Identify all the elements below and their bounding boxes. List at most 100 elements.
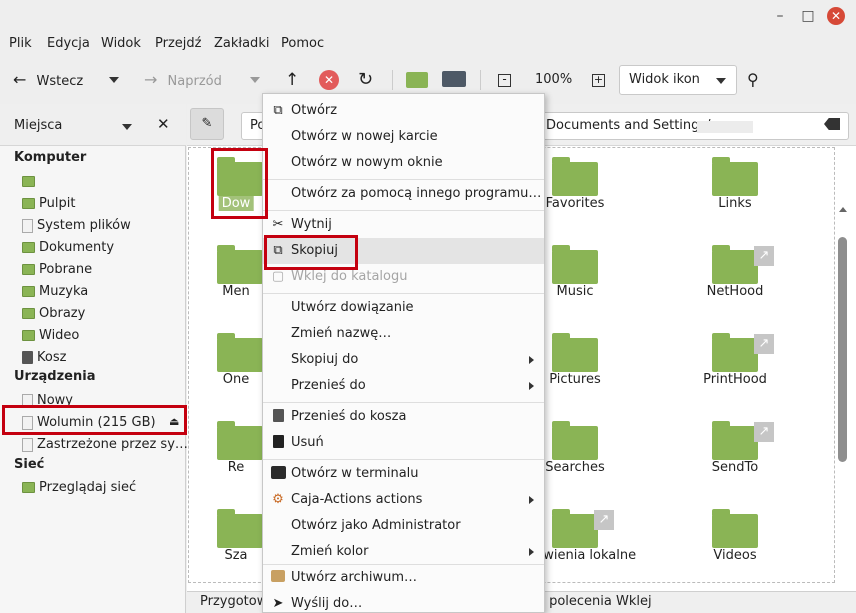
sidebar-header: Miejsca ✕ [0, 104, 186, 146]
menu-item-archive[interactable]: Utwórz archiwum… [263, 565, 544, 591]
folder-icon [22, 286, 35, 297]
menu-item-copy-to[interactable]: Skopiuj do [263, 347, 544, 373]
up-button[interactable]: ↑ [285, 68, 299, 92]
back-history-dropdown[interactable] [109, 68, 119, 92]
reload-icon: ↻ [358, 69, 374, 90]
scrollbar[interactable] [837, 147, 849, 583]
link-arrow-icon: ↗ [754, 246, 774, 266]
menu-item-label: Caja-Actions actions [291, 492, 423, 507]
edit-location-button[interactable]: ✎ [190, 108, 224, 140]
menu-view[interactable]: Widok [101, 36, 141, 51]
stop-icon: ✕ [319, 70, 339, 90]
chevron-down-icon [716, 78, 726, 84]
menu-bookmarks[interactable]: Zakładki [214, 36, 269, 51]
stop-button[interactable]: ✕ [319, 68, 339, 92]
menu-go[interactable]: Przejdź [155, 36, 201, 51]
sidebar-item-documents[interactable]: Dokumenty [22, 238, 114, 258]
menu-item-open[interactable]: ⧉ Otwórz [263, 98, 544, 124]
folder-icon[interactable] [712, 245, 758, 284]
file-label: One [222, 372, 250, 387]
sidebar-item-browse-network[interactable]: Przeglądaj sieć [22, 478, 136, 498]
menu-item-label: Utwórz archiwum… [291, 570, 418, 585]
menu-item-open-admin[interactable]: Otwórz jako Administrator [263, 513, 544, 539]
arrow-up-icon: ↑ [285, 70, 300, 90]
folder-icon[interactable] [712, 157, 758, 196]
folder-icon[interactable] [552, 509, 598, 548]
sidebar-item-label: Obrazy [39, 306, 86, 321]
sidebar-title[interactable]: Miejsca [14, 118, 62, 133]
sidebar-item-reserved[interactable]: Zastrzeżone przez sy… [22, 435, 188, 455]
search-icon: ⚲ [747, 70, 759, 89]
folder-icon[interactable] [712, 509, 758, 548]
forward-label: Naprzód [167, 74, 222, 89]
folder-icon[interactable] [217, 333, 263, 372]
search-button[interactable]: ⚲ [747, 68, 759, 92]
arrow-right-icon: → [144, 70, 158, 89]
zoom-level[interactable]: 100% [535, 68, 572, 92]
menu-item-label: Otwórz za pomocą innego programu… [291, 186, 542, 201]
menu-separator [263, 402, 544, 403]
reload-button[interactable]: ↻ [358, 68, 373, 92]
menu-item-trash[interactable]: Przenieś do kosza [263, 404, 544, 430]
close-window-button[interactable]: ✕ [827, 7, 845, 25]
sidebar-item-label: Zastrzeżone przez sy… [37, 437, 188, 452]
folder-icon[interactable] [217, 421, 263, 460]
clear-icon[interactable] [824, 118, 840, 130]
home-folder-icon [22, 176, 35, 187]
menu-help[interactable]: Pomoc [281, 36, 324, 51]
maximize-button[interactable]: □ [798, 6, 818, 26]
sidebar: Miejsca ✕ Komputer Pulpit System plików … [0, 104, 188, 613]
menu-item-open-window[interactable]: Otwórz w nowym oknie [263, 150, 544, 176]
folder-icon[interactable] [217, 509, 263, 548]
menu-item-delete[interactable]: Usuń [263, 430, 544, 456]
menu-item-terminal[interactable]: Otwórz w terminalu [263, 461, 544, 487]
link-arrow-icon: ↗ [754, 422, 774, 442]
menu-item-send-to[interactable]: ➤ Wyślij do… [263, 591, 544, 613]
zoom-in-button[interactable]: + [592, 68, 605, 92]
status-text-right: a polecenia Wklej [537, 594, 652, 609]
sidebar-item-home[interactable] [22, 172, 39, 192]
menu-item-label: Wyślij do… [291, 596, 363, 611]
minimize-button[interactable]: – [770, 6, 790, 26]
trash-icon [22, 351, 33, 364]
folder-icon[interactable] [552, 421, 598, 460]
submenu-arrow-icon [529, 356, 534, 364]
dropdown-arrow-icon [109, 77, 119, 83]
scrollbar-thumb[interactable] [838, 237, 847, 462]
close-icon[interactable]: ✕ [157, 115, 170, 133]
menu-item-change-color[interactable]: Zmień kolor [263, 539, 544, 565]
menu-item-open-with[interactable]: Otwórz za pomocą innego programu… [263, 181, 544, 207]
scroll-up-icon[interactable] [839, 207, 847, 212]
chevron-down-icon[interactable] [122, 124, 132, 130]
view-mode-select[interactable]: Widok ikon [619, 65, 737, 95]
sidebar-item-music[interactable]: Muzyka [22, 282, 88, 302]
folder-icon[interactable] [712, 421, 758, 460]
sidebar-item-trash[interactable]: Kosz [22, 348, 66, 368]
zoom-out-button[interactable]: - [498, 68, 511, 92]
menu-item-move-to[interactable]: Przenieś do [263, 373, 544, 399]
menu-item-make-link[interactable]: Utwórz dowiązanie [263, 295, 544, 321]
sidebar-item-filesystem[interactable]: System plików [22, 216, 131, 236]
menu-item-caja-actions[interactable]: ⚙ Caja-Actions actions [263, 487, 544, 513]
folder-icon[interactable] [712, 333, 758, 372]
menu-file[interactable]: Plik [9, 36, 32, 51]
folder-icon[interactable] [552, 245, 598, 284]
folder-icon[interactable] [552, 157, 598, 196]
paste-icon: ▢ [271, 269, 285, 284]
sidebar-item-pictures[interactable]: Obrazy [22, 304, 85, 324]
sidebar-item-videos[interactable]: Wideo [22, 326, 79, 346]
sidebar-item-desktop[interactable]: Pulpit [22, 194, 75, 214]
computer-button[interactable] [442, 68, 466, 92]
file-label: SendTo [711, 460, 759, 475]
forward-history-dropdown[interactable] [250, 68, 260, 92]
menu-item-rename[interactable]: Zmień nazwę… [263, 321, 544, 347]
home-button[interactable] [406, 68, 428, 92]
folder-icon[interactable] [217, 245, 263, 284]
sidebar-item-downloads[interactable]: Pobrane [22, 260, 92, 280]
menu-item-open-tab[interactable]: Otwórz w nowej karcie [263, 124, 544, 150]
forward-button[interactable]: → Naprzód [144, 68, 222, 92]
folder-icon[interactable] [552, 333, 598, 372]
back-button[interactable]: ← Wstecz [13, 68, 83, 92]
menu-edit[interactable]: Edycja [47, 36, 90, 51]
sidebar-item-label: Wideo [39, 328, 80, 343]
